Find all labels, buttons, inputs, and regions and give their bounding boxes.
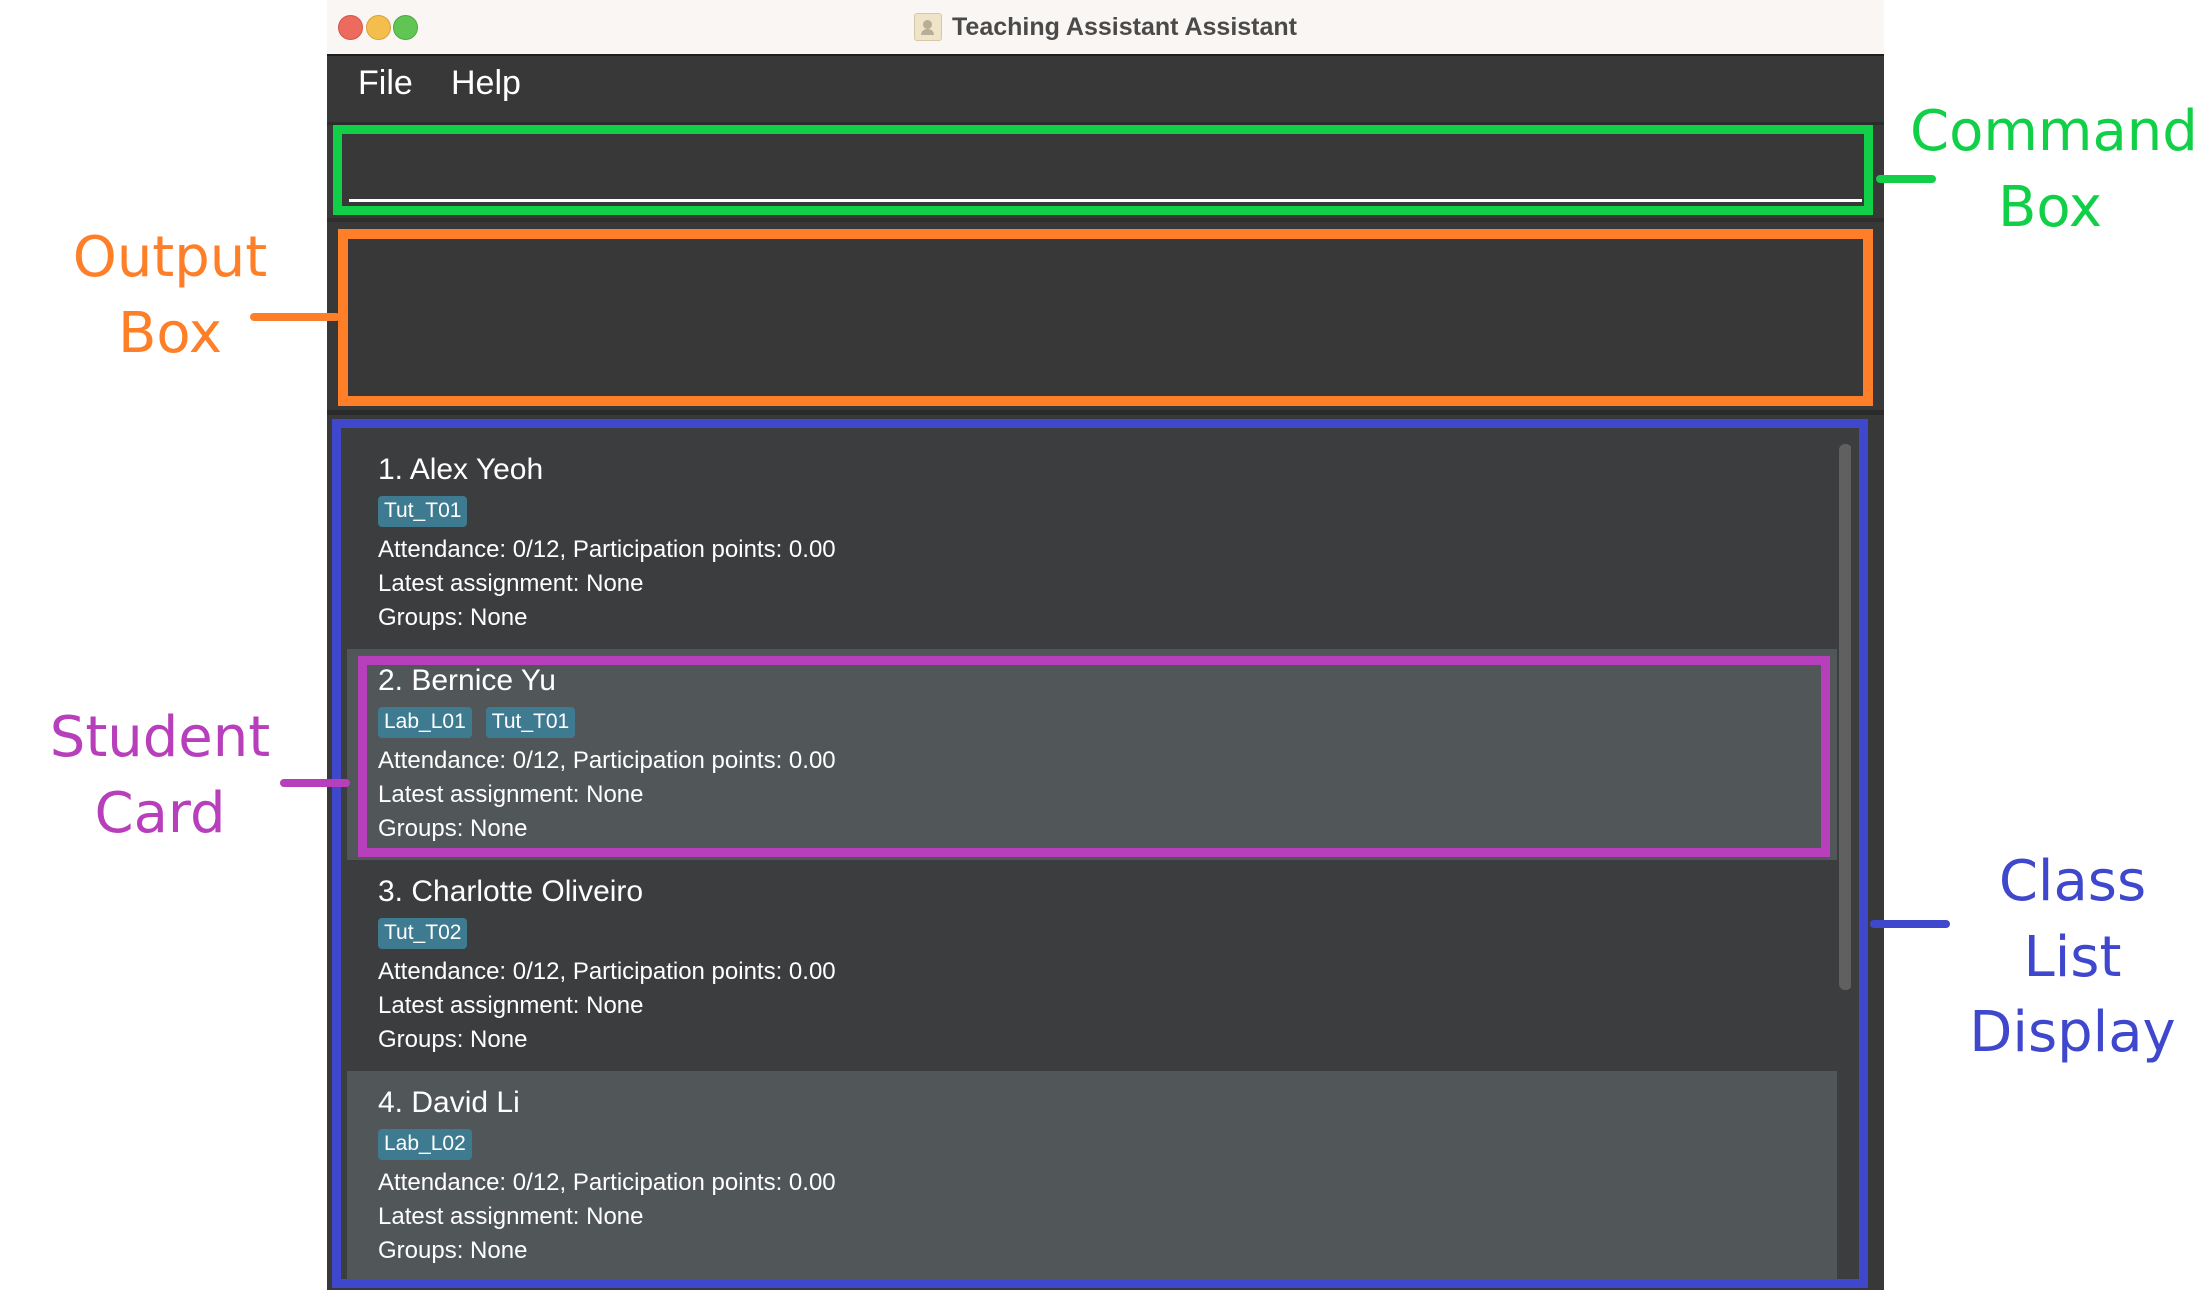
assignment-line: Latest assignment: None	[378, 992, 644, 1019]
class-list-display: 1. Alex Yeoh Tut_T01 Attendance: 0/12, P…	[332, 419, 1868, 1288]
student-name: 1. Alex Yeoh	[378, 453, 544, 486]
output-box	[338, 229, 1873, 406]
annotation-connector	[280, 779, 350, 787]
annotation-connector	[1876, 175, 1936, 183]
annotation-text: Card	[94, 780, 226, 846]
attendance-line: Attendance: 0/12, Participation points: …	[378, 958, 836, 985]
student-card[interactable]: 3. Charlotte Oliveiro Tut_T02 Attendance…	[347, 860, 1837, 1071]
tag-list: Lab_L02	[378, 1129, 472, 1160]
annotation-text: Output	[72, 225, 268, 290]
menu-help[interactable]: Help	[451, 64, 521, 103]
groups-line: Groups: None	[378, 1026, 528, 1053]
assignment-line: Latest assignment: None	[378, 570, 644, 597]
output-text	[348, 239, 1863, 255]
title-wrap: Teaching Assistant Assistant	[327, 0, 1884, 54]
groups-line: Groups: None	[378, 604, 528, 631]
divider	[327, 218, 1884, 222]
tag: Lab_L02	[378, 1129, 472, 1160]
annotation-command-box: Command Box	[1910, 94, 2198, 245]
student-name: 2. Bernice Yu	[378, 664, 556, 697]
title-bar: Teaching Assistant Assistant	[327, 0, 1884, 56]
student-name: 4. David Li	[378, 1086, 520, 1119]
annotation-text: Display	[1969, 1000, 2176, 1066]
annotation-class-list: Class List Display	[1945, 844, 2200, 1071]
annotation-connector	[1870, 920, 1950, 928]
groups-line: Groups: None	[378, 1237, 528, 1264]
annotation-text: Class List	[1998, 849, 2147, 990]
annotation-text: Student	[49, 705, 271, 770]
groups-line: Groups: None	[378, 815, 528, 842]
app-window: Teaching Assistant Assistant File Help 1…	[327, 0, 1884, 1290]
annotation-text: Box	[1997, 174, 2103, 240]
student-name: 3. Charlotte Oliveiro	[378, 875, 644, 908]
tag-list: Tut_T01	[378, 496, 468, 527]
tag-list: Lab_L01 Tut_T01	[378, 707, 576, 738]
assignment-line: Latest assignment: None	[378, 1203, 644, 1230]
attendance-line: Attendance: 0/12, Participation points: …	[378, 747, 836, 774]
annotation-connector	[250, 313, 340, 321]
annotation-output-box: Output Box	[60, 220, 280, 371]
attendance-line: Attendance: 0/12, Participation points: …	[378, 1169, 836, 1196]
command-box	[333, 125, 1873, 215]
list-scrollbar[interactable]	[1839, 444, 1851, 990]
menu-file[interactable]: File	[358, 64, 413, 103]
window-title: Teaching Assistant Assistant	[952, 12, 1297, 41]
tag: Tut_T01	[378, 496, 468, 527]
annotation-student-card: Student Card	[40, 700, 280, 851]
tag-list: Tut_T02	[378, 918, 468, 949]
attendance-line: Attendance: 0/12, Participation points: …	[378, 536, 836, 563]
assignment-line: Latest assignment: None	[378, 781, 644, 808]
tag: Tut_T02	[378, 918, 468, 949]
command-input[interactable]	[349, 140, 1862, 202]
annotation-text: Box	[117, 300, 223, 366]
divider	[327, 410, 1884, 415]
app-contact-icon	[914, 13, 942, 41]
tag: Lab_L01	[378, 707, 472, 738]
student-card[interactable]: 2. Bernice Yu Lab_L01 Tut_T01 Attendance…	[347, 649, 1837, 860]
tag: Tut_T01	[485, 707, 576, 738]
student-card[interactable]: 1. Alex Yeoh Tut_T01 Attendance: 0/12, P…	[347, 438, 1837, 649]
menu-bar: File Help	[327, 56, 1884, 125]
annotation-text: Command	[1910, 99, 2198, 164]
student-list: 1. Alex Yeoh Tut_T01 Attendance: 0/12, P…	[347, 438, 1851, 1279]
student-card[interactable]: 4. David Li Lab_L02 Attendance: 0/12, Pa…	[347, 1071, 1837, 1279]
